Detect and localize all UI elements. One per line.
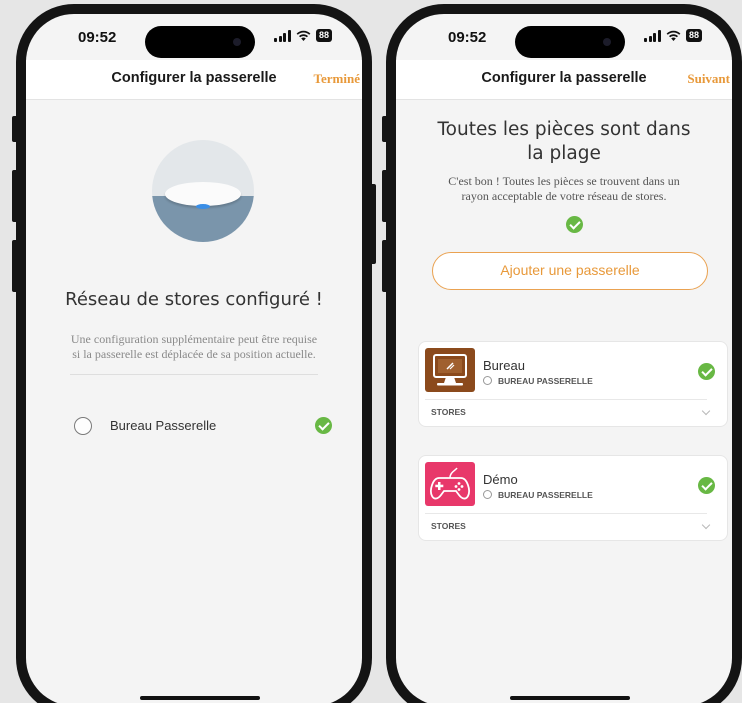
range-title-line: la plage [527, 143, 601, 164]
divider [70, 374, 318, 375]
room-gateway-label: BUREAU PASSERELLE [498, 376, 593, 386]
range-title-line: Toutes les pièces sont dans [437, 119, 691, 140]
gateway-row[interactable]: Bureau Passerelle [74, 416, 332, 438]
range-text-line: rayon acceptable de votre réseau de stor… [461, 189, 667, 203]
chevron-down-icon[interactable] [701, 406, 711, 416]
radio-icon [483, 490, 492, 499]
screen-right: 09:52 88 Configurer la passerelle Suivan… [396, 14, 732, 703]
status-time: 09:52 [78, 29, 117, 46]
status-time: 09:52 [448, 29, 487, 46]
note-line: si la passerelle est déplacée de sa posi… [72, 347, 316, 361]
nav-title: Configurer la passerelle [481, 70, 647, 86]
radio-icon [483, 376, 492, 385]
range-title: Toutes les pièces sont dans la plage [396, 118, 732, 166]
power-button [370, 184, 376, 264]
room-card-demo[interactable]: Démo BUREAU PASSERELLE STORES [418, 455, 728, 541]
range-text: C'est bon ! Toutes les pièces se trouven… [396, 174, 732, 204]
action-button [12, 116, 18, 142]
volume-down-button [382, 240, 388, 292]
radio-button[interactable] [74, 417, 92, 435]
dynamic-island [145, 26, 255, 58]
status-bar: 09:52 88 [396, 14, 732, 60]
checkmark-icon [315, 417, 332, 434]
done-button[interactable]: Terminé [314, 71, 360, 87]
room-gateway: BUREAU PASSERELLE [483, 490, 593, 500]
battery-icon: 88 [685, 29, 702, 42]
home-indicator[interactable] [510, 696, 630, 700]
note-line: Une configuration supplémentaire peut êt… [70, 332, 318, 346]
room-section-label: STORES [431, 521, 466, 531]
phone-right: 09:52 88 Configurer la passerelle Suivan… [382, 4, 742, 703]
home-indicator[interactable] [140, 696, 260, 700]
configured-title: Réseau de stores configuré ! [65, 289, 323, 310]
dynamic-island [515, 26, 625, 58]
room-card-bureau[interactable]: Bureau BUREAU PASSERELLE STORES [418, 341, 728, 427]
wifi-icon [296, 30, 311, 41]
room-section-label: STORES [431, 407, 466, 417]
checkmark-icon [566, 216, 583, 233]
checkmark-icon [698, 477, 715, 494]
room-gateway: BUREAU PASSERELLE [483, 376, 593, 386]
gamepad-icon [425, 462, 475, 506]
navigation-bar: Configurer la passerelle Terminé [26, 60, 362, 100]
volume-down-button [12, 240, 18, 292]
action-button [382, 116, 388, 142]
navigation-bar: Configurer la passerelle Suivant [396, 60, 732, 100]
add-gateway-button[interactable]: Ajouter une passerelle [432, 252, 708, 290]
configured-note: Une configuration supplémentaire peut êt… [26, 332, 362, 362]
desktop-computer-icon [425, 348, 475, 392]
volume-up-button [382, 170, 388, 222]
next-button[interactable]: Suivant [687, 71, 730, 87]
divider [425, 399, 707, 400]
divider [425, 513, 707, 514]
screen-left: 09:52 88 Configurer la passerelle Termin… [26, 14, 362, 703]
chevron-down-icon[interactable] [701, 520, 711, 530]
status-icons: 88 [274, 29, 332, 42]
room-name: Démo [483, 472, 518, 487]
range-text-line: C'est bon ! Toutes les pièces se trouven… [448, 174, 680, 188]
volume-up-button [12, 170, 18, 222]
gateway-illustration [152, 140, 254, 242]
battery-icon: 88 [315, 29, 332, 42]
nav-title: Configurer la passerelle [111, 70, 277, 86]
wifi-icon [666, 30, 681, 41]
checkmark-icon [698, 363, 715, 380]
phone-left: 09:52 88 Configurer la passerelle Termin… [12, 4, 376, 703]
status-bar: 09:52 88 [26, 14, 362, 60]
status-icons: 88 [644, 29, 702, 42]
cellular-signal-icon [644, 29, 661, 42]
cellular-signal-icon [274, 29, 291, 42]
room-name: Bureau [483, 358, 525, 373]
room-gateway-label: BUREAU PASSERELLE [498, 490, 593, 500]
gateway-label: Bureau Passerelle [110, 418, 217, 433]
